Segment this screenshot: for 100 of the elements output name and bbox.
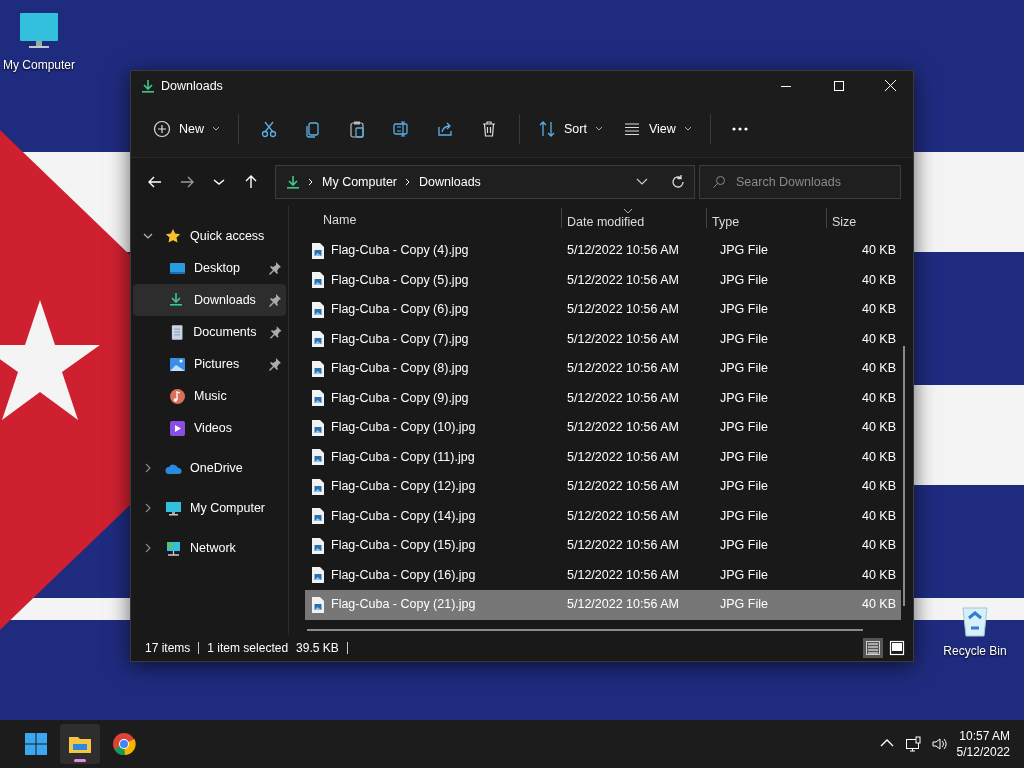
sidebar-item[interactable]: OneDrive <box>133 452 286 484</box>
clipboard-icon <box>348 120 366 138</box>
type-cell-text: JPG File <box>719 330 769 348</box>
copy-icon <box>304 120 322 138</box>
image-file-icon <box>311 331 325 348</box>
column-header[interactable]: Size <box>826 208 896 232</box>
date-cell-text: 5/12/2022 10:56 AM <box>566 360 680 378</box>
search-icon <box>712 175 726 189</box>
sidebar-item[interactable]: Videos <box>133 412 286 444</box>
tiles-view-icon <box>889 640 905 656</box>
sidebar-item[interactable]: Quick access <box>133 220 286 252</box>
type-cell-text: JPG File <box>719 271 769 289</box>
chevron-icon[interactable] <box>143 231 153 241</box>
file-name: Flag-Cuba - Copy (12).jpg <box>331 478 476 496</box>
type-cell-text: JPG File <box>719 448 769 466</box>
plus-icon <box>153 120 171 138</box>
column-header[interactable]: Name <box>305 208 561 232</box>
caret-icon <box>594 126 603 132</box>
date-cell-text: 5/12/2022 10:56 AM <box>566 419 680 437</box>
download-icon <box>141 79 155 93</box>
file-name: Flag-Cuba - Copy (15).jpg <box>331 537 476 555</box>
date-cell-text: 5/12/2022 10:56 AM <box>566 596 680 614</box>
chevron-icon[interactable] <box>143 503 153 513</box>
network-icon <box>165 539 182 557</box>
file-name: Flag-Cuba - Copy (9).jpg <box>331 389 469 407</box>
view-button[interactable]: View <box>612 113 702 145</box>
image-file-icon <box>311 242 325 259</box>
sidebar-item[interactable]: Downloads <box>133 284 286 316</box>
file-row[interactable]: Flag-Cuba - Copy (11).jpg 5/12/2022 10:56 AM JPG File 40 KB <box>305 442 901 472</box>
caret-icon <box>212 126 220 132</box>
sidebar-item[interactable]: Desktop <box>133 252 286 284</box>
file-row[interactable]: Flag-Cuba - Copy (8).jpg 5/12/2022 10:56 AM JPG File 40 KB <box>305 354 901 384</box>
windows-logo-icon <box>24 732 48 756</box>
file-row[interactable]: Flag-Cuba - Copy (12).jpg 5/12/2022 10:56 AM JPG File 40 KB <box>305 472 901 502</box>
chevron-icon <box>308 178 314 186</box>
music-note-icon <box>169 387 186 405</box>
sidebar-item[interactable]: Documents <box>133 316 286 348</box>
sidebar-item[interactable]: Music <box>133 380 286 412</box>
image-file-icon <box>311 301 325 318</box>
arrow-left-icon <box>147 174 163 190</box>
date-cell-text: 5/12/2022 10:56 AM <box>566 448 680 466</box>
file-explorer-button[interactable] <box>60 724 100 764</box>
scrollbar[interactable] <box>307 629 863 631</box>
speaker-icon[interactable] <box>930 736 947 752</box>
sidebar-item[interactable]: My Computer <box>133 492 286 524</box>
image-file-icon <box>311 390 325 407</box>
file-name: Flag-Cuba - Copy (4).jpg <box>331 242 469 260</box>
clock-time[interactable]: 10:57 AM <box>959 727 1010 744</box>
file-row[interactable]: Flag-Cuba - Copy (14).jpg 5/12/2022 10:56 AM JPG File 40 KB <box>305 501 901 531</box>
sort-button[interactable]: Sort <box>528 113 613 145</box>
file-row[interactable]: Flag-Cuba - Copy (15).jpg 5/12/2022 10:56 AM JPG File 40 KB <box>305 531 901 561</box>
caret-icon <box>683 126 692 132</box>
type-cell-text: JPG File <box>719 478 769 496</box>
file-row[interactable]: Flag-Cuba - Copy (6).jpg 5/12/2022 10:56 AM JPG File 40 KB <box>305 295 901 325</box>
file-row[interactable]: Flag-Cuba - Copy (9).jpg 5/12/2022 10:56 AM JPG File 40 KB <box>305 383 901 413</box>
sidebar-item[interactable]: Pictures <box>133 348 286 380</box>
new-button[interactable]: New <box>143 113 230 145</box>
chevron-icon[interactable] <box>143 463 153 473</box>
file-row[interactable]: Flag-Cuba - Copy (21).jpg 5/12/2022 10:56 AM JPG File 40 KB <box>305 590 901 620</box>
selection-info: 1 item selected <box>207 640 289 657</box>
file-name: Flag-Cuba - Copy (14).jpg <box>331 507 476 525</box>
size-cell-text: 40 KB <box>860 242 896 260</box>
breadcrumb[interactable]: My Computer <box>322 172 398 192</box>
date-cell-text: 5/12/2022 10:56 AM <box>566 537 680 555</box>
column-header[interactable]: Type <box>706 208 826 232</box>
image-file-icon <box>311 449 325 466</box>
search-input[interactable]: Search Downloads <box>734 171 884 193</box>
sidebar-item[interactable]: Network <box>133 532 286 564</box>
refresh-icon[interactable] <box>670 174 686 190</box>
trash-icon <box>480 120 498 138</box>
computer-icon <box>165 499 182 517</box>
image-file-icon <box>311 272 325 289</box>
size-cell-text: 40 KB <box>860 360 896 378</box>
size-cell-text: 40 KB <box>860 271 896 289</box>
picture-icon <box>169 355 186 373</box>
chevron-icon[interactable] <box>143 543 153 553</box>
file-row[interactable]: Flag-Cuba - Copy (16).jpg 5/12/2022 10:56 AM JPG File 40 KB <box>305 560 901 590</box>
tiles-view-button[interactable] <box>887 638 907 658</box>
size-cell-text: 40 KB <box>860 596 896 614</box>
clock-date[interactable]: 5/12/2022 <box>956 744 1010 761</box>
file-name: Flag-Cuba - Copy (11).jpg <box>331 448 475 466</box>
scrollbar[interactable] <box>903 346 905 606</box>
file-row[interactable]: Flag-Cuba - Copy (7).jpg 5/12/2022 10:56 AM JPG File 40 KB <box>305 324 901 354</box>
column-header[interactable]: Date modified <box>561 208 706 232</box>
details-view-button[interactable] <box>863 638 883 658</box>
dropdown-icon[interactable] <box>636 178 648 186</box>
network-icon[interactable] <box>904 736 921 752</box>
file-row[interactable]: Flag-Cuba - Copy (4).jpg 5/12/2022 10:56 AM JPG File 40 KB <box>305 236 901 266</box>
file-name: Flag-Cuba - Copy (5).jpg <box>331 271 469 289</box>
search-box[interactable]: Search Downloads <box>699 165 901 199</box>
download-icon <box>286 175 300 189</box>
file-name: Flag-Cuba - Copy (21).jpg <box>331 596 476 614</box>
address-bar[interactable]: My Computer Downloads <box>275 165 695 199</box>
arrow-up-icon <box>243 174 259 190</box>
file-row[interactable]: Flag-Cuba - Copy (10).jpg 5/12/2022 10:56 AM JPG File 40 KB <box>305 413 901 443</box>
breadcrumb[interactable]: Downloads <box>419 172 481 192</box>
image-file-icon <box>311 478 325 495</box>
file-row[interactable]: Flag-Cuba - Copy (5).jpg 5/12/2022 10:56 AM JPG File 40 KB <box>305 265 901 295</box>
date-cell-text: 5/12/2022 10:56 AM <box>566 389 680 407</box>
size-cell-text: 40 KB <box>860 448 896 466</box>
